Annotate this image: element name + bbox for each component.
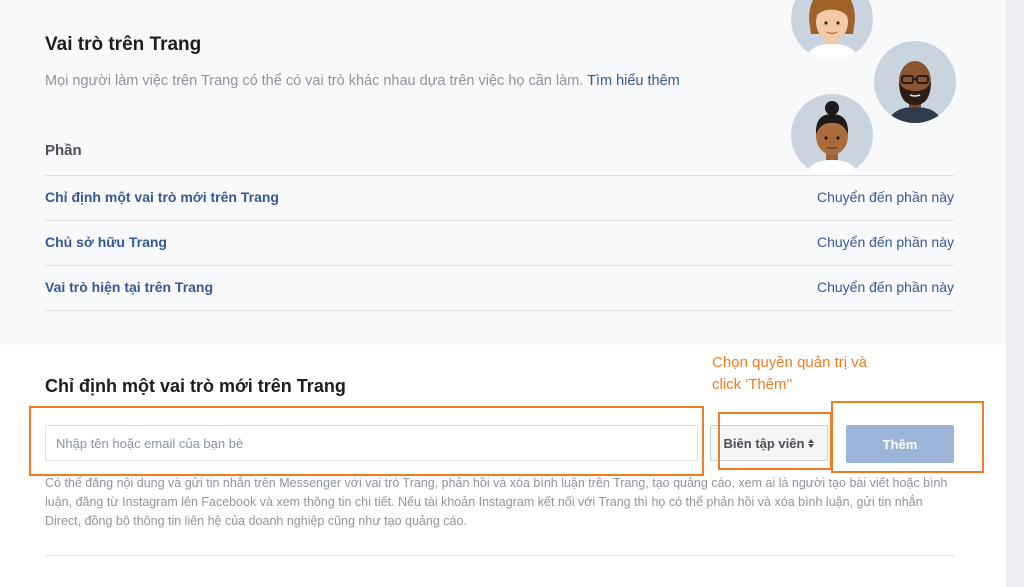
section-divider bbox=[45, 555, 954, 556]
part-row-page-owner: Chủ sở hữu Trang Chuyển đến phần này bbox=[45, 220, 954, 266]
bearded-man-avatar-icon bbox=[888, 61, 942, 123]
part-row-current-roles: Vai trò hiện tại trên Trang Chuyển đến p… bbox=[45, 265, 954, 311]
instruction-annotation: Chọn quyền quản trị và click 'Thêm'' bbox=[712, 354, 868, 393]
page-roles-subtitle: Mọi người làm việc trên Trang có thể có … bbox=[45, 73, 680, 89]
part-link-assign-role[interactable]: Chỉ định một vai trò mới trên Trang bbox=[45, 189, 279, 205]
scrollbar-track[interactable] bbox=[1006, 0, 1024, 587]
friend-name-email-input[interactable] bbox=[45, 425, 698, 461]
woman-bun-avatar-icon bbox=[805, 101, 859, 176]
part-link-page-owner[interactable]: Chủ sở hữu Trang bbox=[45, 234, 167, 250]
parts-heading: Phần bbox=[45, 142, 82, 159]
role-description: Có thể đăng nội dung và gửi tin nhắn trê… bbox=[45, 476, 948, 528]
part-row-assign-role: Chỉ định một vai trò mới trên Trang Chuy… bbox=[45, 175, 954, 221]
subtitle-text: Mọi người làm việc trên Trang có thể có … bbox=[45, 73, 584, 89]
parts-divider bbox=[45, 310, 954, 311]
go-to-section-link[interactable]: Chuyển đến phần này bbox=[817, 189, 954, 205]
role-select[interactable]: Biên tập viên bbox=[710, 425, 828, 461]
avatar-woman-bun bbox=[791, 94, 873, 176]
go-to-section-link[interactable]: Chuyển đến phần này bbox=[817, 279, 954, 295]
select-arrows-icon bbox=[808, 438, 815, 448]
page-roles-title: Vai trò trên Trang bbox=[45, 34, 202, 55]
part-link-current-roles[interactable]: Vai trò hiện tại trên Trang bbox=[45, 279, 213, 295]
go-to-section-link[interactable]: Chuyển đến phần này bbox=[817, 234, 954, 250]
avatar-man-beard bbox=[874, 41, 956, 123]
assign-role-title: Chỉ định một vai trò mới trên Trang bbox=[45, 376, 346, 396]
role-select-value: Biên tập viên bbox=[723, 435, 805, 451]
add-role-button[interactable]: Thêm bbox=[846, 425, 954, 463]
learn-more-link[interactable]: Tìm hiểu thêm bbox=[587, 73, 680, 89]
